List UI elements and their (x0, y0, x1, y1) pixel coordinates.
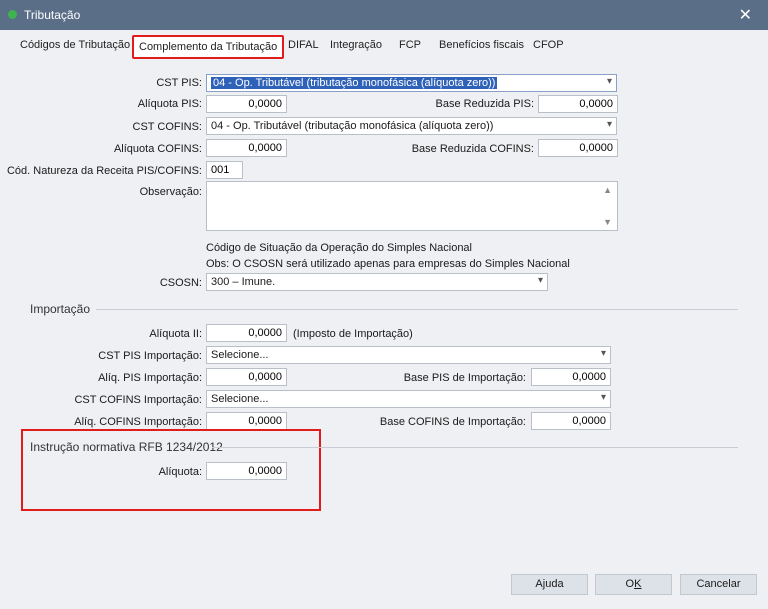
base-reduzida-cofins-label: Base Reduzida COFINS: (411, 143, 534, 155)
base-pis-importacao-label: Base PIS de Importação: (403, 372, 526, 384)
natureza-receita-input[interactable] (206, 161, 243, 179)
importacao-section-title: Importação (30, 302, 91, 316)
simples-info-title: Código de Situação da Operação do Simple… (206, 242, 472, 254)
aliquota-cofins-label: Alíquota COFINS: (113, 143, 202, 155)
aliq-cofins-importacao-input[interactable] (206, 412, 287, 430)
tab-complemento-tributacao[interactable]: Complemento da Tributação (132, 35, 285, 59)
aliquota-ii-input[interactable] (206, 324, 287, 342)
tab-beneficios-fiscais[interactable]: Benefícios fiscais (439, 39, 524, 51)
cst-pis-select[interactable]: 04 - Op. Tributável (tributação monofási… (206, 74, 617, 92)
aliquota-ii-note: (Imposto de Importação) (293, 328, 413, 340)
cst-cofins-select[interactable]: 04 - Op. Tributável (tributação monofási… (206, 117, 617, 135)
ajuda-button[interactable]: Ajuda (511, 574, 588, 595)
cst-pis-importacao-value: Selecione... (211, 349, 269, 361)
aliquota-pis-input[interactable] (206, 95, 287, 113)
instrucao-divider (212, 447, 738, 448)
tab-codigos-tributacao[interactable]: Códigos de Tributação (20, 39, 130, 51)
chevron-down-icon: ▾ (537, 275, 543, 286)
chevron-down-icon: ▾ (600, 348, 606, 359)
cst-cofins-label: CST COFINS: (132, 121, 202, 133)
cst-cofins-importacao-select[interactable]: Selecione... ▾ (206, 390, 611, 408)
chevron-down-icon: ▾ (606, 119, 612, 130)
csosn-select[interactable]: 300 – Imune. ▾ (206, 273, 548, 291)
csosn-label: CSOSN: (159, 277, 202, 289)
aliquota-instrucao-label: Alíquota: (158, 466, 202, 478)
tab-bar: Códigos de Tributação Complemento da Tri… (0, 31, 768, 61)
aliquota-instrucao-input[interactable] (206, 462, 287, 480)
close-icon[interactable]: ✕ (739, 5, 752, 25)
base-reduzida-pis-label: Base Reduzida PIS: (435, 98, 534, 110)
scroll-up-icon[interactable]: ▲ (603, 185, 612, 195)
ok-label-mnemonic: K (634, 578, 642, 590)
scroll-down-icon[interactable]: ▼ (603, 217, 612, 227)
aliquota-ii-label: Alíquota II: (149, 328, 202, 340)
simples-info-obs: Obs: O CSOSN será utilizado apenas para … (206, 258, 570, 270)
natureza-receita-label: Cód. Natureza da Receita PIS/COFINS: (6, 165, 202, 177)
cst-pis-importacao-select[interactable]: Selecione... ▾ (206, 346, 611, 364)
base-pis-importacao-input[interactable] (531, 368, 611, 386)
aliq-pis-importacao-label: Alíq. PIS Importação: (98, 372, 202, 384)
chevron-down-icon: ▾ (606, 76, 612, 87)
base-cofins-importacao-label: Base COFINS de Importação: (379, 416, 526, 428)
app-icon (8, 10, 17, 19)
cst-pis-importacao-label: CST PIS Importação: (98, 350, 202, 362)
tab-fcp[interactable]: FCP (399, 39, 421, 51)
aliq-pis-importacao-input[interactable] (206, 368, 287, 386)
title-bar: Tributação ✕ (0, 0, 768, 30)
base-reduzida-pis-input[interactable] (538, 95, 618, 113)
instrucao-section-title: Instrução normativa RFB 1234/2012 (30, 440, 223, 454)
aliq-cofins-importacao-label: Alíq. COFINS Importação: (74, 416, 202, 428)
chevron-down-icon: ▾ (600, 392, 606, 403)
aliquota-cofins-input[interactable] (206, 139, 287, 157)
aliquota-pis-label: Alíquota PIS: (137, 98, 202, 110)
base-cofins-importacao-input[interactable] (531, 412, 611, 430)
ok-button[interactable]: OK (595, 574, 672, 595)
ok-label-prefix: O (625, 578, 635, 590)
cancelar-button[interactable]: Cancelar (680, 574, 757, 595)
cst-pis-value: 04 - Op. Tributável (tributação monofási… (211, 77, 498, 89)
tab-integracao[interactable]: Integração (330, 39, 382, 51)
importacao-divider (96, 309, 738, 310)
cst-cofins-importacao-label: CST COFINS Importação: (74, 394, 202, 406)
base-reduzida-cofins-input[interactable] (538, 139, 618, 157)
observacao-textarea[interactable]: ▲ ▼ (206, 181, 618, 231)
cst-pis-label: CST PIS: (156, 77, 202, 89)
cst-cofins-importacao-value: Selecione... (211, 393, 269, 405)
tab-cfop[interactable]: CFOP (533, 39, 564, 51)
observacao-label: Observação: (139, 186, 202, 198)
csosn-value: 300 – Imune. (211, 276, 276, 288)
cst-cofins-value: 04 - Op. Tributável (tributação monofási… (211, 120, 494, 132)
tab-difal[interactable]: DIFAL (288, 39, 319, 51)
window-title: Tributação (24, 8, 81, 22)
